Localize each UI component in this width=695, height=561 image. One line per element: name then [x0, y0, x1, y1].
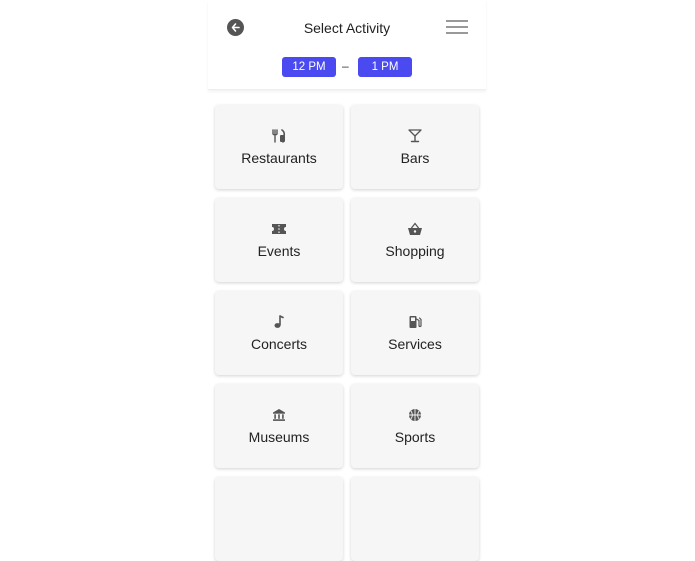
time-separator: – [342, 59, 349, 73]
hamburger-menu-icon [446, 20, 468, 22]
ticket-icon [271, 221, 287, 237]
activity-label: Events [257, 243, 301, 259]
start-time-button[interactable]: 12 PM [282, 57, 336, 77]
activity-card-partial-left[interactable] [215, 477, 343, 561]
activity-label: Concerts [250, 336, 308, 352]
utensils-icon [271, 128, 287, 144]
activity-card-bars[interactable]: Bars [351, 105, 479, 189]
basket-icon [407, 221, 423, 237]
activity-card-services[interactable]: Services [351, 291, 479, 375]
activity-label: Services [388, 336, 442, 352]
basketball-icon [407, 407, 423, 423]
activity-card-restaurants[interactable]: Restaurants [215, 105, 343, 189]
activity-label: Restaurants [241, 150, 317, 166]
activity-card-shopping[interactable]: Shopping [351, 198, 479, 282]
end-time-button[interactable]: 1 PM [358, 57, 412, 77]
cocktail-icon [407, 128, 423, 144]
activity-card-concerts[interactable]: Concerts [215, 291, 343, 375]
page-title: Select Activity [303, 20, 391, 36]
music-note-icon [271, 314, 287, 330]
activity-card-partial-right[interactable] [351, 477, 479, 561]
activity-card-sports[interactable]: Sports [351, 384, 479, 468]
time-range: 12 PM – 1 PM [208, 57, 486, 77]
museum-icon [271, 407, 287, 423]
activity-label: Bars [400, 150, 430, 166]
gas-pump-icon [407, 314, 423, 330]
activity-card-museums[interactable]: Museums [215, 384, 343, 468]
header: Select Activity 12 PM – 1 PM [208, 0, 486, 90]
activity-label: Museums [248, 429, 310, 445]
activity-card-events[interactable]: Events [215, 198, 343, 282]
menu-button[interactable] [446, 19, 468, 35]
activity-label: Shopping [385, 243, 445, 259]
phone-screen: Select Activity 12 PM – 1 PM Restaurants [208, 0, 486, 561]
activity-label: Sports [394, 429, 436, 445]
